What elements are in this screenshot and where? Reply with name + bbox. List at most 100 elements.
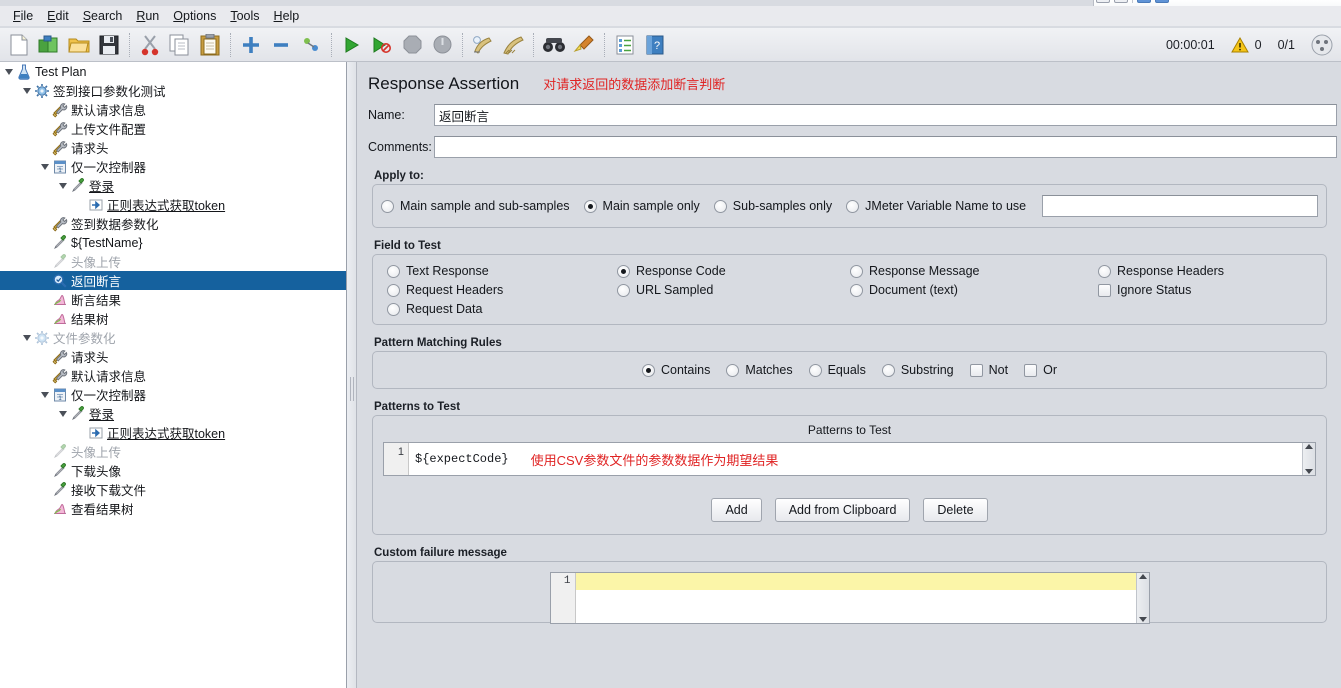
start-no-pauses-icon[interactable] <box>368 31 396 59</box>
menu-file[interactable]: File <box>6 7 40 25</box>
help-icon[interactable]: ? <box>641 31 669 59</box>
tree-node-1[interactable]: 签到接口参数化测试 <box>0 81 346 100</box>
splitter-grip[interactable] <box>350 377 354 401</box>
clear-icon[interactable] <box>469 31 497 59</box>
radio-response-code[interactable]: Response Code <box>617 264 850 278</box>
start-icon[interactable] <box>338 31 366 59</box>
tree-node-20[interactable]: 头像上传 <box>0 442 346 461</box>
tree-node-23[interactable]: 查看结果树 <box>0 499 346 518</box>
tree-expand-toggle-icon[interactable] <box>56 179 69 192</box>
tree-node-4[interactable]: 请求头 <box>0 138 346 157</box>
scroll-up-arrow-icon[interactable] <box>1305 444 1313 449</box>
function-helper-icon[interactable] <box>611 31 639 59</box>
tree-node-2[interactable]: 默认请求信息 <box>0 100 346 119</box>
radio-jmeter-variable-name[interactable]: JMeter Variable Name to use <box>846 199 1026 213</box>
tree-node-6[interactable]: 登录 <box>0 176 346 195</box>
tree-node-7[interactable]: 正则表达式获取token <box>0 195 346 214</box>
radio-sub-samples-only[interactable]: Sub-samples only <box>713 199 832 213</box>
tree-node-15[interactable]: 请求头 <box>0 347 346 366</box>
radio-main-sample-and-sub-samples[interactable]: Main sample and sub-samples <box>381 199 570 213</box>
clear-all-icon[interactable] <box>499 31 527 59</box>
search-icon[interactable] <box>540 31 568 59</box>
menu-options[interactable]: Options <box>166 7 223 25</box>
tree-node-13[interactable]: 结果树 <box>0 309 346 328</box>
radio-response-message[interactable]: Response Message <box>850 264 1098 278</box>
new-file-icon[interactable] <box>5 31 33 59</box>
warning-status[interactable]: 0 <box>1230 36 1262 53</box>
pattern-value[interactable]: ${expectCode} <box>415 452 509 466</box>
tree-node-21[interactable]: 下载头像 <box>0 461 346 480</box>
templates-icon[interactable] <box>35 31 63 59</box>
custom-failure-message-input[interactable] <box>575 573 1136 623</box>
radio-request-headers[interactable]: Request Headers <box>387 283 617 297</box>
test-plan-tree[interactable]: Test Plan 签到接口参数化测试 默认请求信息 上传文件配置 请求头 1 仅一次控制器… <box>0 62 347 688</box>
menu-run[interactable]: Run <box>129 7 166 25</box>
tree-expand-toggle-icon[interactable] <box>20 84 33 97</box>
copy-icon[interactable] <box>166 31 194 59</box>
jmeter-variable-name-input[interactable] <box>1042 195 1318 217</box>
radio-contains[interactable]: Contains <box>642 363 710 377</box>
radio-request-data[interactable]: Request Data <box>387 302 617 316</box>
radio-text-response[interactable]: Text Response <box>387 264 617 278</box>
tree-node-8[interactable]: 签到数据参数化 <box>0 214 346 233</box>
radio-url-sampled[interactable]: URL Sampled <box>617 283 850 297</box>
search-reset-icon[interactable] <box>570 31 598 59</box>
tree-expand-toggle-icon[interactable] <box>2 65 15 78</box>
patterns-table-scrollbar[interactable] <box>1302 443 1315 475</box>
tree-node-17[interactable]: 1 仅一次控制器 <box>0 385 346 404</box>
checkbox-not[interactable]: Not <box>969 363 1008 377</box>
delete-button[interactable]: Delete <box>923 498 988 522</box>
menu-tools[interactable]: Tools <box>223 7 266 25</box>
tree-node-0[interactable]: Test Plan <box>0 62 346 81</box>
table-row[interactable]: ${expectCode} 使用CSV参数文件的参数数据作为期望结果 <box>409 443 1302 475</box>
save-icon[interactable] <box>95 31 123 59</box>
tree-expand-toggle-icon[interactable] <box>38 388 51 401</box>
name-input[interactable]: 返回断言 <box>434 104 1337 126</box>
patterns-table[interactable]: 1 ${expectCode} 使用CSV参数文件的参数数据作为期望结果 <box>383 442 1316 476</box>
tree-expand-toggle-icon[interactable] <box>38 160 51 173</box>
tree-node-3[interactable]: 上传文件配置 <box>0 119 346 138</box>
checkbox-ignore-status[interactable]: Ignore Status <box>1098 283 1298 297</box>
cut-icon[interactable] <box>136 31 164 59</box>
scroll-up-arrow-icon[interactable] <box>1138 574 1147 579</box>
tree-node-16[interactable]: 默认请求信息 <box>0 366 346 385</box>
radio-response-headers[interactable]: Response Headers <box>1098 264 1298 278</box>
comments-input[interactable] <box>434 136 1337 158</box>
open-icon[interactable] <box>65 31 93 59</box>
toggle-icon[interactable] <box>297 31 325 59</box>
stop-icon[interactable] <box>398 31 426 59</box>
tree-node-11[interactable]: 返回断言 <box>0 271 346 290</box>
tree-node-label: 默认请求信息 <box>71 104 147 118</box>
add-button[interactable]: Add <box>711 498 762 522</box>
scroll-down-arrow-icon[interactable] <box>1305 469 1313 474</box>
expand-all-icon[interactable] <box>237 31 265 59</box>
tree-expand-toggle-icon[interactable] <box>56 407 69 420</box>
radio-document-text[interactable]: Document (text) <box>850 283 1098 297</box>
collapse-all-icon[interactable] <box>267 31 295 59</box>
radio-equals[interactable]: Equals <box>808 363 866 377</box>
radio-label: URL Sampled <box>636 283 714 297</box>
menu-help[interactable]: Help <box>267 7 307 25</box>
scroll-down-arrow-icon[interactable] <box>1138 617 1147 622</box>
tree-node-19[interactable]: 正则表达式获取token <box>0 423 346 442</box>
paste-icon[interactable] <box>196 31 224 59</box>
radio-substring[interactable]: Substring <box>881 363 954 377</box>
tree-node-18[interactable]: 登录 <box>0 404 346 423</box>
tree-node-14[interactable]: 文件参数化 <box>0 328 346 347</box>
shutdown-icon[interactable] <box>428 31 456 59</box>
tree-node-12[interactable]: 断言结果 <box>0 290 346 309</box>
custom-failure-scrollbar[interactable] <box>1135 573 1149 623</box>
tree-node-22[interactable]: 接收下载文件 <box>0 480 346 499</box>
panel-splitter[interactable] <box>347 62 357 688</box>
checkbox-or[interactable]: Or <box>1024 363 1057 377</box>
radio-main-sample-only[interactable]: Main sample only <box>583 199 700 213</box>
radio-matches[interactable]: Matches <box>726 363 793 377</box>
custom-failure-message-editor[interactable]: 1 <box>549 572 1150 624</box>
menu-edit[interactable]: Edit <box>40 7 76 25</box>
menu-search[interactable]: Search <box>76 7 130 25</box>
tree-node-5[interactable]: 1 仅一次控制器 <box>0 157 346 176</box>
tree-node-10[interactable]: 头像上传 <box>0 252 346 271</box>
tree-expand-toggle-icon[interactable] <box>20 331 33 344</box>
tree-node-9[interactable]: ${TestName} <box>0 233 346 252</box>
add-from-clipboard-button[interactable]: Add from Clipboard <box>774 498 911 522</box>
